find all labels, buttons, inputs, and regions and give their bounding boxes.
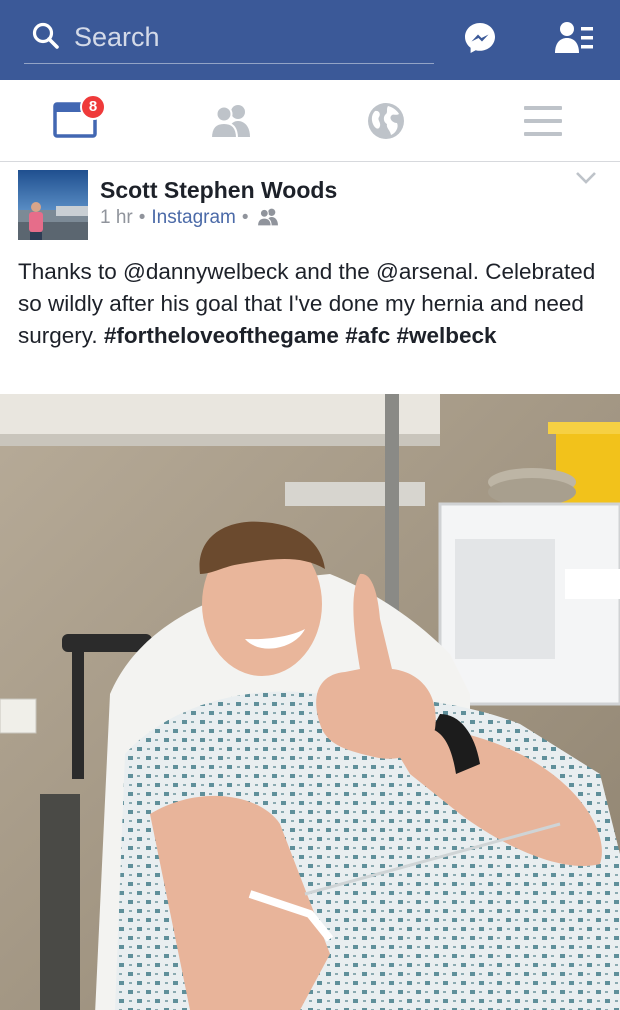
tab-menu[interactable] xyxy=(465,80,620,162)
post-author-name[interactable]: Scott Stephen Woods xyxy=(100,176,337,204)
search-bar[interactable]: Search xyxy=(24,14,434,64)
avatar[interactable] xyxy=(18,170,88,240)
tab-notifications[interactable] xyxy=(310,80,465,162)
friends-audience-icon xyxy=(256,208,278,226)
friend-requests-icon[interactable] xyxy=(555,20,593,56)
search-input[interactable]: Search xyxy=(74,20,160,54)
search-icon xyxy=(32,22,59,49)
post-photo[interactable] xyxy=(0,394,620,1010)
chevron-down-icon[interactable] xyxy=(575,170,597,186)
separator-dot: • xyxy=(138,207,146,228)
hashtag-link[interactable]: #welbeck xyxy=(397,323,497,348)
hashtag-link[interactable]: #afc xyxy=(345,323,390,348)
separator-dot: • xyxy=(241,207,249,228)
tab-friends[interactable] xyxy=(155,80,310,162)
tab-bar: 8 xyxy=(0,80,620,162)
notification-badge: 8 xyxy=(80,94,106,120)
post-text: Thanks to @dannywelbeck and the @arsenal… xyxy=(18,256,608,352)
tab-news-feed[interactable]: 8 xyxy=(0,80,155,162)
globe-icon xyxy=(368,103,404,139)
post-time[interactable]: 1 hr xyxy=(100,207,133,228)
post-source[interactable]: Instagram xyxy=(151,207,235,228)
post-meta: 1 hr • Instagram • xyxy=(100,206,279,230)
top-bar: Search xyxy=(0,0,620,80)
friends-icon xyxy=(210,105,250,138)
messenger-icon[interactable] xyxy=(463,21,497,55)
hashtag-link[interactable]: #fortheloveofthegame xyxy=(104,323,339,348)
hamburger-icon xyxy=(524,106,562,136)
feed-post: Scott Stephen Woods 1 hr • Instagram • Than… xyxy=(0,162,620,1010)
